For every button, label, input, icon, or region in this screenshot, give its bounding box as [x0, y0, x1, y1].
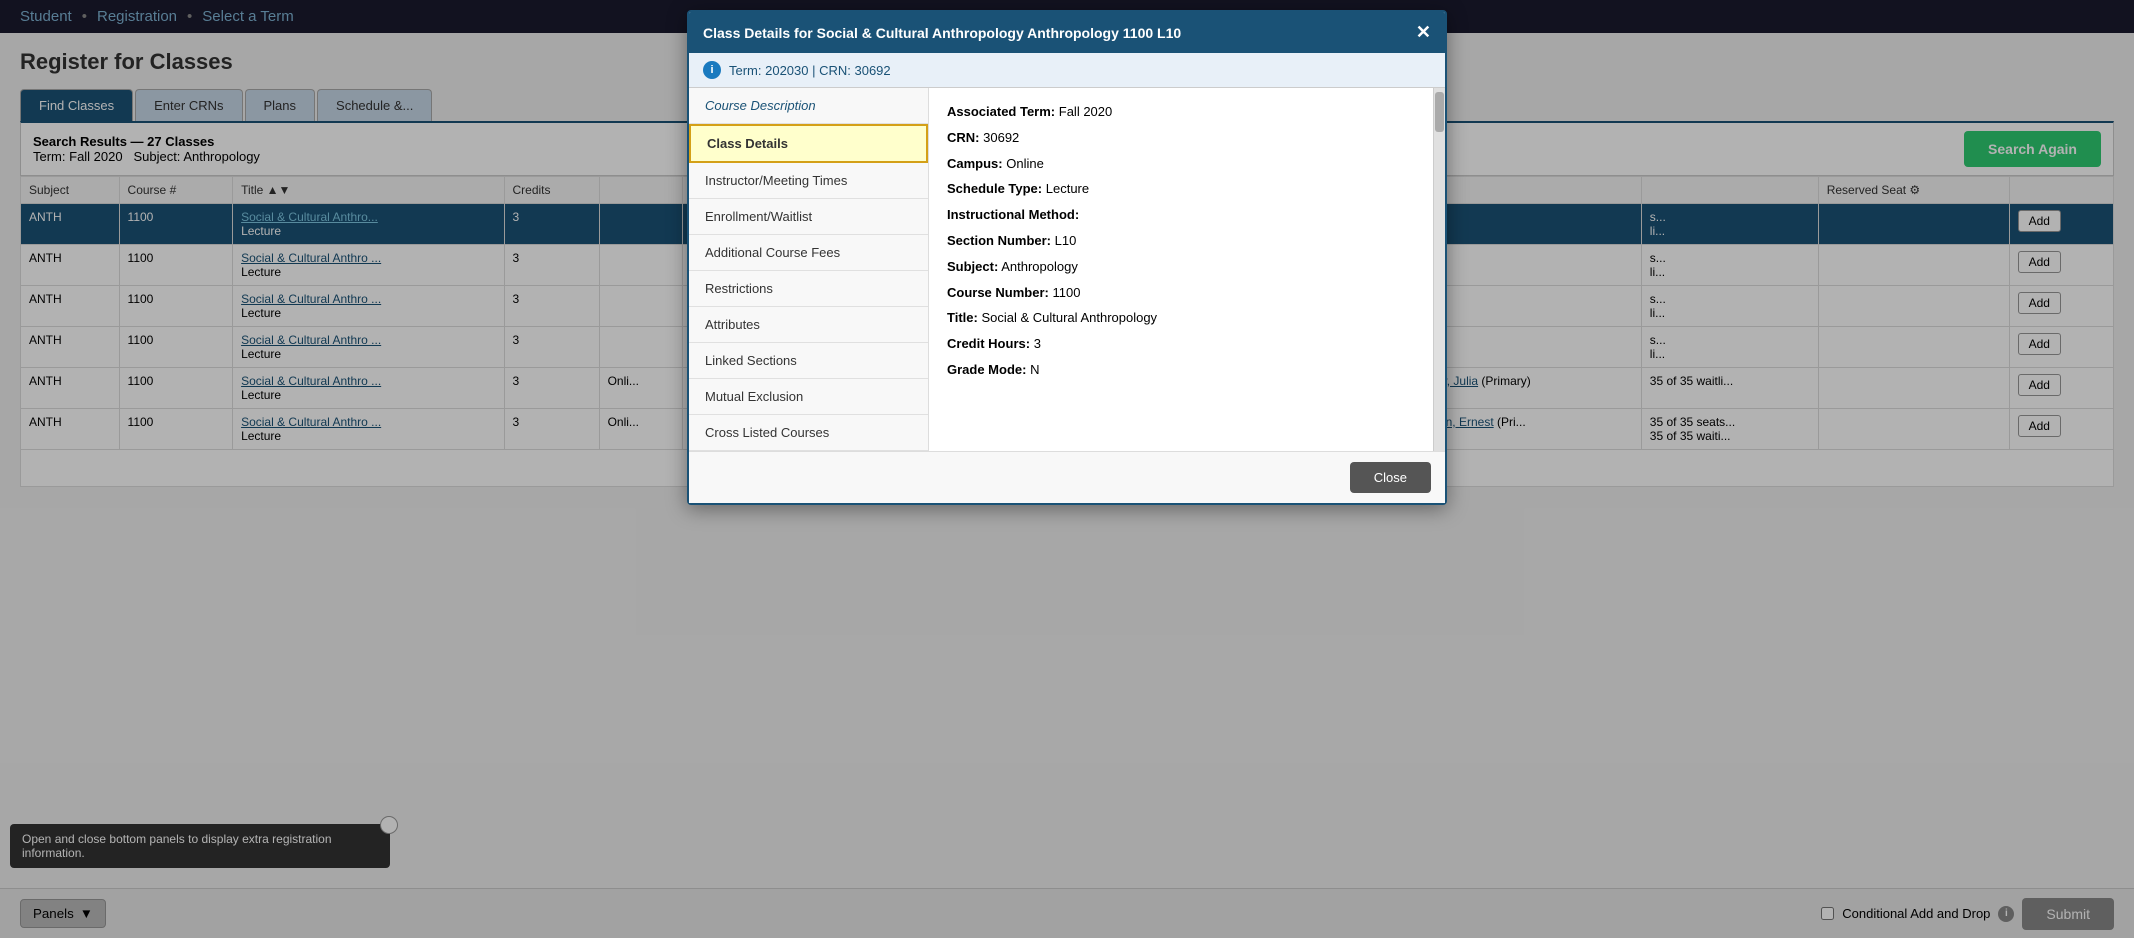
detail-course-number: Course Number: 1100	[947, 283, 1415, 304]
nav-item-instructor-meeting[interactable]: Instructor/Meeting Times	[689, 163, 928, 199]
nav-item-course-description[interactable]: Course Description	[689, 88, 928, 124]
detail-instructional-method: Instructional Method:	[947, 205, 1415, 226]
info-icon: i	[703, 61, 721, 79]
detail-campus: Campus: Online	[947, 154, 1415, 175]
detail-associated-term: Associated Term: Fall 2020	[947, 102, 1415, 123]
modal-title: Class Details for Social & Cultural Anth…	[703, 25, 1181, 41]
detail-credit-hours: Credit Hours: 3	[947, 334, 1415, 355]
nav-item-enrollment-waitlist[interactable]: Enrollment/Waitlist	[689, 199, 928, 235]
modal-term-label: Term: 202030 | CRN: 30692	[729, 63, 891, 78]
nav-item-restrictions[interactable]: Restrictions	[689, 271, 928, 307]
detail-grade-mode: Grade Mode: N	[947, 360, 1415, 381]
nav-item-mutual-exclusion[interactable]: Mutual Exclusion	[689, 379, 928, 415]
modal-scrollbar[interactable]	[1433, 88, 1445, 451]
detail-title: Title: Social & Cultural Anthropology	[947, 308, 1415, 329]
modal-close-x-button[interactable]: ✕	[1416, 22, 1431, 43]
modal-term-bar: i Term: 202030 | CRN: 30692	[689, 53, 1445, 88]
modal-detail-content: Associated Term: Fall 2020 CRN: 30692 Ca…	[929, 88, 1433, 451]
nav-item-attributes[interactable]: Attributes	[689, 307, 928, 343]
detail-section-number: Section Number: L10	[947, 231, 1415, 252]
page-background: Student • Registration • Select a Term R…	[0, 0, 2134, 938]
detail-crn: CRN: 30692	[947, 128, 1415, 149]
modal-footer: Close	[689, 451, 1445, 503]
detail-schedule-type: Schedule Type: Lecture	[947, 179, 1415, 200]
class-details-modal: Class Details for Social & Cultural Anth…	[687, 10, 1447, 505]
nav-item-linked-sections[interactable]: Linked Sections	[689, 343, 928, 379]
modal-nav: Course Description Class Details Instruc…	[689, 88, 929, 451]
detail-subject: Subject: Anthropology	[947, 257, 1415, 278]
modal-body: Course Description Class Details Instruc…	[689, 88, 1445, 451]
modal-scrollbar-thumb	[1435, 92, 1444, 132]
modal-close-button[interactable]: Close	[1350, 462, 1431, 493]
modal-header: Class Details for Social & Cultural Anth…	[689, 12, 1445, 53]
nav-item-class-details[interactable]: Class Details	[689, 124, 928, 163]
modal-overlay: Class Details for Social & Cultural Anth…	[0, 0, 2134, 938]
nav-item-additional-fees[interactable]: Additional Course Fees	[689, 235, 928, 271]
nav-item-cross-listed[interactable]: Cross Listed Courses	[689, 415, 928, 451]
